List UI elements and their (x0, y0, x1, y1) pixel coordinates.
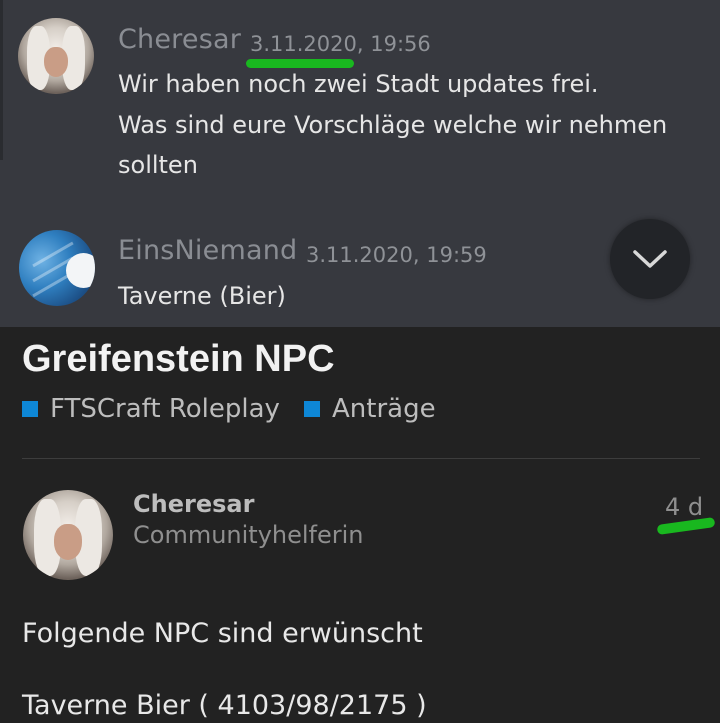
post-avatar[interactable] (23, 490, 113, 580)
category-square-icon (304, 401, 320, 417)
message-username[interactable]: Cheresar (118, 24, 241, 55)
green-highlight-mark (246, 59, 354, 68)
category-label: FTSCraft Roleplay (50, 394, 280, 424)
category-badge-ftscraft[interactable]: FTSCraft Roleplay (22, 394, 280, 424)
post-body-line: Taverne Bier ( 4103/98/2175 ) (22, 690, 427, 721)
message-line: Taverne (Bier) (118, 282, 286, 310)
chat-panel: Cheresar 3.11.2020, 19:56 Wir haben noch… (0, 0, 720, 327)
message-line: Wir haben noch zwei Stadt updates frei. (118, 70, 599, 98)
message-timestamp: 3.11.2020, 19:56 (250, 32, 431, 56)
post-user-role: Communityhelferin (133, 521, 364, 549)
chat-edge (0, 0, 3, 160)
category-label: Anträge (332, 394, 436, 424)
post-age[interactable]: 4 d (665, 493, 703, 521)
message-line: sollten (118, 151, 198, 179)
category-badge-antraege[interactable]: Anträge (304, 394, 436, 424)
scroll-to-bottom-button[interactable] (610, 219, 690, 299)
category-square-icon (22, 401, 38, 417)
chevron-down-icon (633, 250, 667, 268)
divider (22, 458, 700, 459)
message-timestamp: 3.11.2020, 19:59 (306, 243, 487, 267)
message-username[interactable]: EinsNiemand (118, 235, 297, 266)
message-line: Was sind eure Vorschläge welche wir nehm… (118, 111, 668, 139)
avatar[interactable] (18, 18, 94, 94)
post-username[interactable]: Cheresar (133, 490, 254, 518)
post-body-line: Folgende NPC sind erwünscht (22, 618, 423, 649)
topic-title: Greifenstein NPC (22, 338, 335, 380)
avatar[interactable] (19, 230, 95, 306)
